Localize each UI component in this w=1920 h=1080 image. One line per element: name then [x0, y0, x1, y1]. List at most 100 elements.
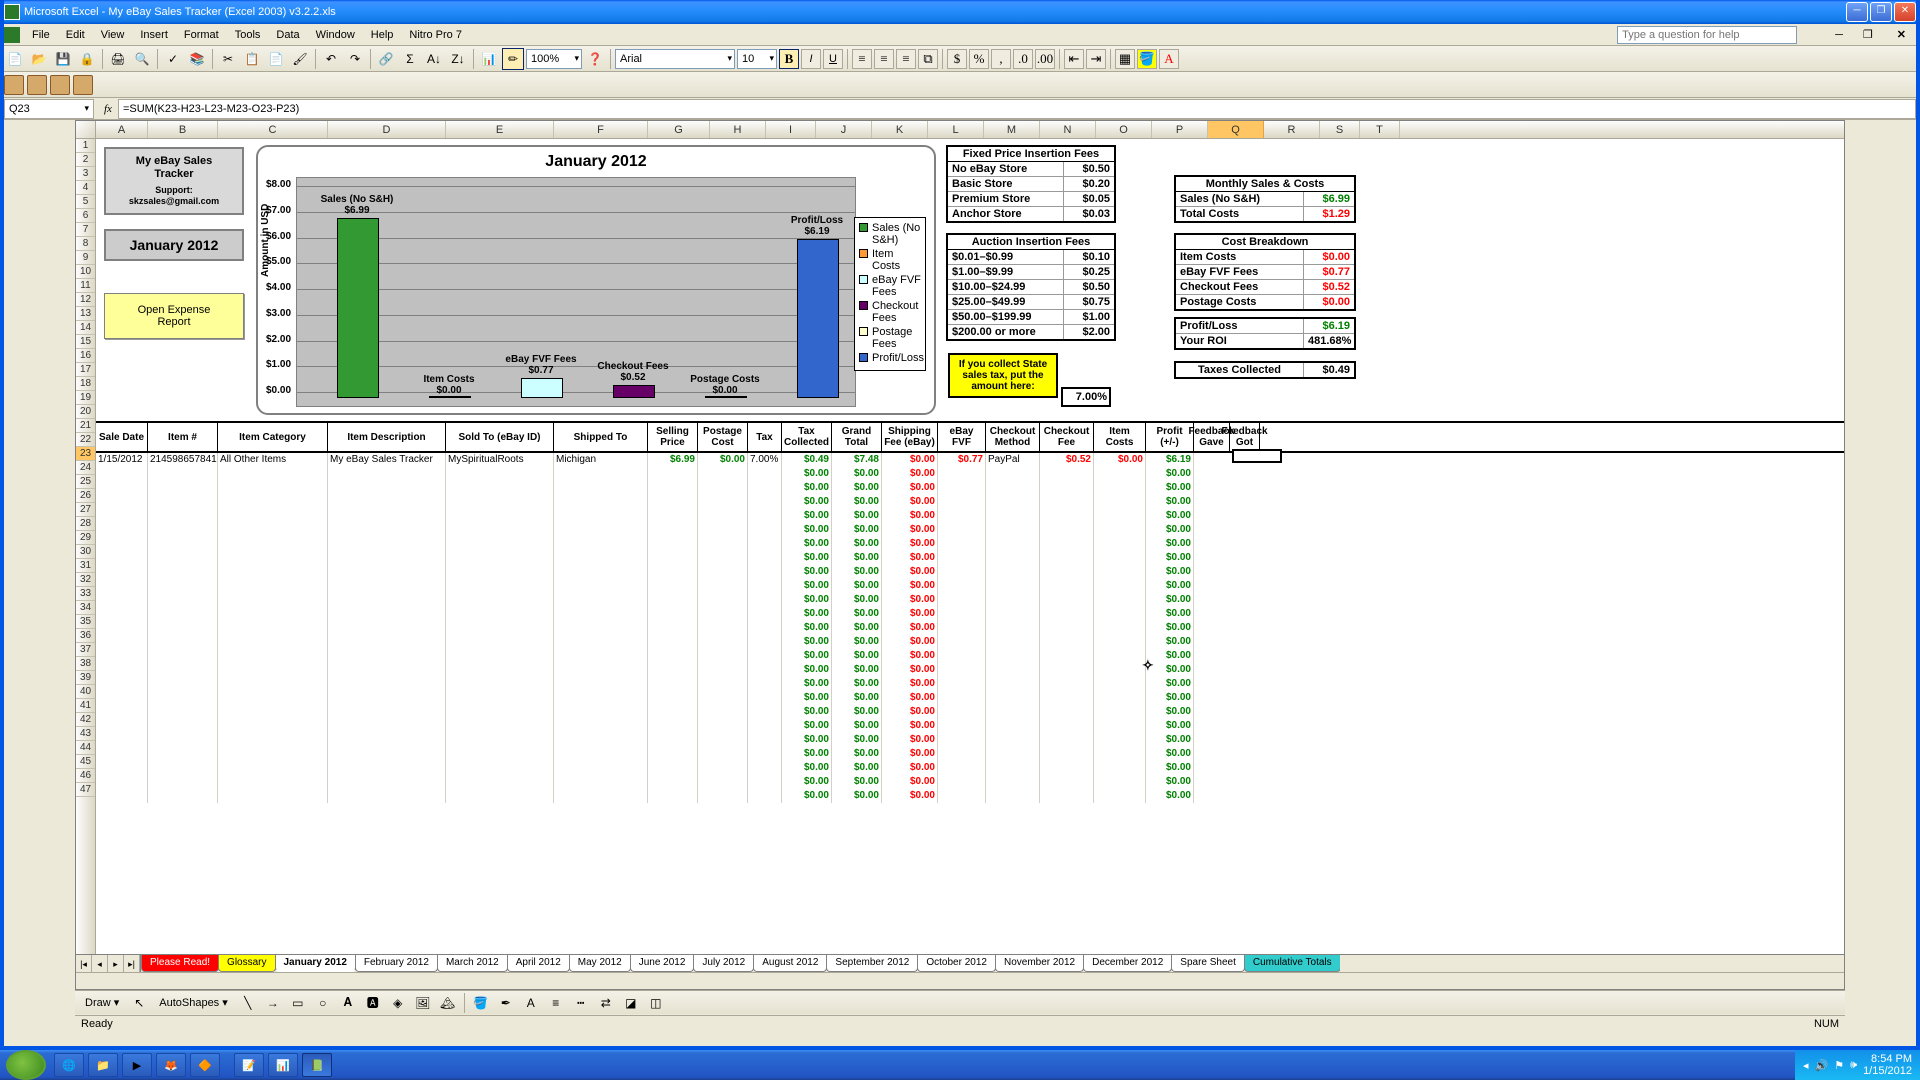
menu-view[interactable]: View — [93, 27, 133, 43]
row-header-4[interactable]: 4 — [76, 181, 95, 195]
autoshapes-menu[interactable]: AutoShapes ▾ — [153, 994, 234, 1011]
drawing-icon[interactable]: ✏ — [502, 48, 524, 70]
taskbar-firefox-icon[interactable]: 🦊 — [156, 1053, 186, 1077]
sheet-tab-september-2012[interactable]: September 2012 — [826, 955, 918, 972]
row-header-41[interactable]: 41 — [76, 699, 95, 713]
row-header-42[interactable]: 42 — [76, 713, 95, 727]
tab-prev-icon[interactable]: ◂ — [92, 955, 108, 972]
col-header-O[interactable]: O — [1096, 121, 1152, 138]
mdi-restore[interactable]: ❐ — [1855, 26, 1881, 43]
spreadsheet-grid[interactable]: ABCDEFGHIJKLMNOPQRST 1234567891011121314… — [75, 120, 1845, 990]
col-header-G[interactable]: G — [648, 121, 710, 138]
row-header-37[interactable]: 37 — [76, 643, 95, 657]
col-header-K[interactable]: K — [872, 121, 928, 138]
wordart-icon[interactable]: 🅰 — [362, 992, 384, 1014]
sheet-tab-april-2012[interactable]: April 2012 — [507, 955, 570, 972]
preview-icon[interactable]: 🔍 — [131, 48, 153, 70]
row-header-18[interactable]: 18 — [76, 377, 95, 391]
custom-btn-1[interactable] — [4, 75, 24, 95]
mdi-minimize[interactable]: ─ — [1827, 27, 1851, 43]
merge-icon[interactable]: ⧉ — [918, 49, 938, 69]
taskbar-explorer-icon[interactable]: 📁 — [88, 1053, 118, 1077]
save-icon[interactable]: 💾 — [52, 48, 74, 70]
row-header-21[interactable]: 21 — [76, 419, 95, 433]
align-right-icon[interactable]: ≡ — [896, 49, 916, 69]
textbox-icon[interactable]: 𝐀 — [337, 992, 359, 1014]
sheet-tab-cumulative-totals[interactable]: Cumulative Totals — [1244, 955, 1340, 972]
row-header-30[interactable]: 30 — [76, 545, 95, 559]
row-header-38[interactable]: 38 — [76, 657, 95, 671]
picture-icon[interactable]: 🏔 — [437, 992, 459, 1014]
name-box[interactable]: Q23▾ — [4, 99, 94, 119]
menu-edit[interactable]: Edit — [58, 27, 93, 43]
tab-first-icon[interactable]: |◂ — [76, 955, 92, 972]
font-color-draw-icon[interactable]: A — [520, 992, 542, 1014]
sheet-tab-november-2012[interactable]: November 2012 — [995, 955, 1084, 972]
mdi-close[interactable]: ✕ — [1889, 26, 1914, 43]
new-icon[interactable]: 📄 — [4, 48, 26, 70]
diagram-icon[interactable]: ◈ — [387, 992, 409, 1014]
row-header-14[interactable]: 14 — [76, 321, 95, 335]
col-header-N[interactable]: N — [1040, 121, 1096, 138]
research-icon[interactable]: 📚 — [186, 48, 208, 70]
row-header-28[interactable]: 28 — [76, 517, 95, 531]
format-painter-icon[interactable]: 🖌 — [289, 48, 311, 70]
line-style-icon[interactable]: ≡ — [545, 992, 567, 1014]
rectangle-icon[interactable]: ▭ — [287, 992, 309, 1014]
row-header-25[interactable]: 25 — [76, 475, 95, 489]
paste-icon[interactable]: 📄 — [265, 48, 287, 70]
sheet-tab-october-2012[interactable]: October 2012 — [917, 955, 996, 972]
percent-icon[interactable]: % — [969, 49, 989, 69]
col-header-P[interactable]: P — [1152, 121, 1208, 138]
sheet-tab-glossary[interactable]: Glossary — [218, 955, 275, 972]
minimize-button[interactable]: ─ — [1846, 2, 1868, 22]
col-header-Q[interactable]: Q — [1208, 121, 1264, 138]
row-header-11[interactable]: 11 — [76, 279, 95, 293]
row-header-12[interactable]: 12 — [76, 293, 95, 307]
col-header-F[interactable]: F — [554, 121, 648, 138]
formula-input[interactable]: =SUM(K23-H23-L23-M23-O23-P23) — [118, 99, 1916, 119]
row-header-7[interactable]: 7 — [76, 223, 95, 237]
sheet-tab-january-2012[interactable]: January 2012 — [275, 955, 356, 972]
chart[interactable]: January 2012 Amount in USD Sales (No S&H… — [256, 145, 936, 415]
line-icon[interactable]: ╲ — [237, 992, 259, 1014]
menu-nitro[interactable]: Nitro Pro 7 — [401, 27, 470, 43]
comma-icon[interactable]: , — [991, 49, 1011, 69]
sheet-tab-march-2012[interactable]: March 2012 — [437, 955, 508, 972]
row-header-3[interactable]: 3 — [76, 167, 95, 181]
col-header-A[interactable]: A — [96, 121, 148, 138]
row-header-17[interactable]: 17 — [76, 363, 95, 377]
col-header-I[interactable]: I — [766, 121, 816, 138]
col-header-C[interactable]: C — [218, 121, 328, 138]
system-tray[interactable]: ◂ 🔊 ⚑ 🕪 8:54 PM 1/15/2012 — [1795, 1050, 1920, 1080]
row-header-29[interactable]: 29 — [76, 531, 95, 545]
row-header-44[interactable]: 44 — [76, 741, 95, 755]
dash-style-icon[interactable]: ┅ — [570, 992, 592, 1014]
row-header-45[interactable]: 45 — [76, 755, 95, 769]
hyperlink-icon[interactable]: 🔗 — [375, 48, 397, 70]
row-header-8[interactable]: 8 — [76, 237, 95, 251]
row-header-5[interactable]: 5 — [76, 195, 95, 209]
redo-icon[interactable]: ↷ — [344, 48, 366, 70]
cut-icon[interactable]: ✂ — [217, 48, 239, 70]
menu-insert[interactable]: Insert — [132, 27, 176, 43]
open-icon[interactable]: 📂 — [28, 48, 50, 70]
arrow-icon[interactable]: → — [262, 992, 284, 1014]
fontsize-combo[interactable]: 10 — [737, 49, 777, 69]
fill-color-icon[interactable]: 🪣 — [1137, 49, 1157, 69]
font-color-icon[interactable]: A — [1159, 49, 1179, 69]
select-all-corner[interactable] — [76, 121, 96, 139]
row-header-9[interactable]: 9 — [76, 251, 95, 265]
taskbar-excel-icon[interactable]: 📗 — [302, 1053, 332, 1077]
row-header-20[interactable]: 20 — [76, 405, 95, 419]
print-icon[interactable]: 🖨 — [107, 48, 129, 70]
custom-btn-2[interactable] — [27, 75, 47, 95]
row-header-46[interactable]: 46 — [76, 769, 95, 783]
row-header-31[interactable]: 31 — [76, 559, 95, 573]
custom-btn-3[interactable] — [50, 75, 70, 95]
col-header-H[interactable]: H — [710, 121, 766, 138]
sheet-tab-please-read![interactable]: Please Read! — [141, 955, 219, 972]
menu-format[interactable]: Format — [176, 27, 227, 43]
menu-data[interactable]: Data — [268, 27, 307, 43]
taskbar-media-icon[interactable]: ▶ — [122, 1053, 152, 1077]
